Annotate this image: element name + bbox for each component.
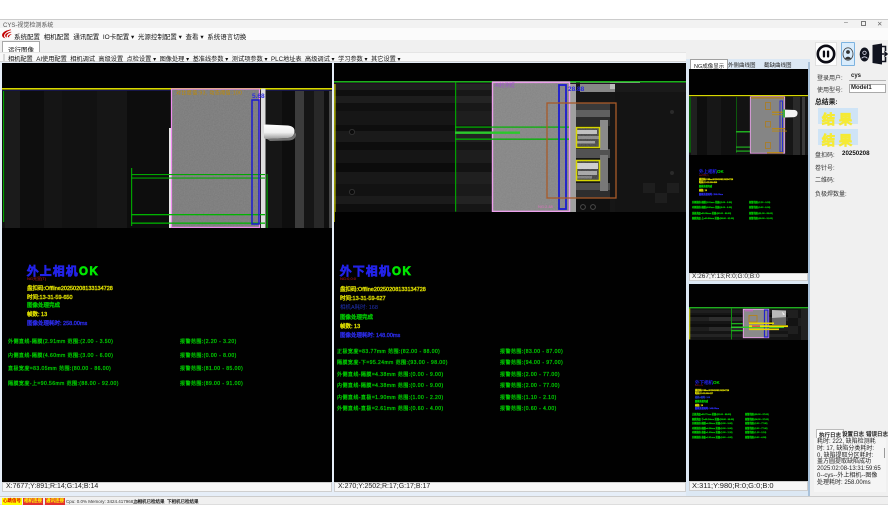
svg-text:5.68: 5.68 (252, 93, 265, 100)
svg-text:28.88: 28.88 (568, 86, 585, 93)
svg-text:对比度值:93, 动态阈值:100: 对比度值:93, 动态阈值:100 (176, 90, 242, 97)
svg-text:NG:2.88: NG:2.88 (538, 204, 554, 209)
svg-text:AI检测框: AI检测框 (495, 82, 515, 89)
